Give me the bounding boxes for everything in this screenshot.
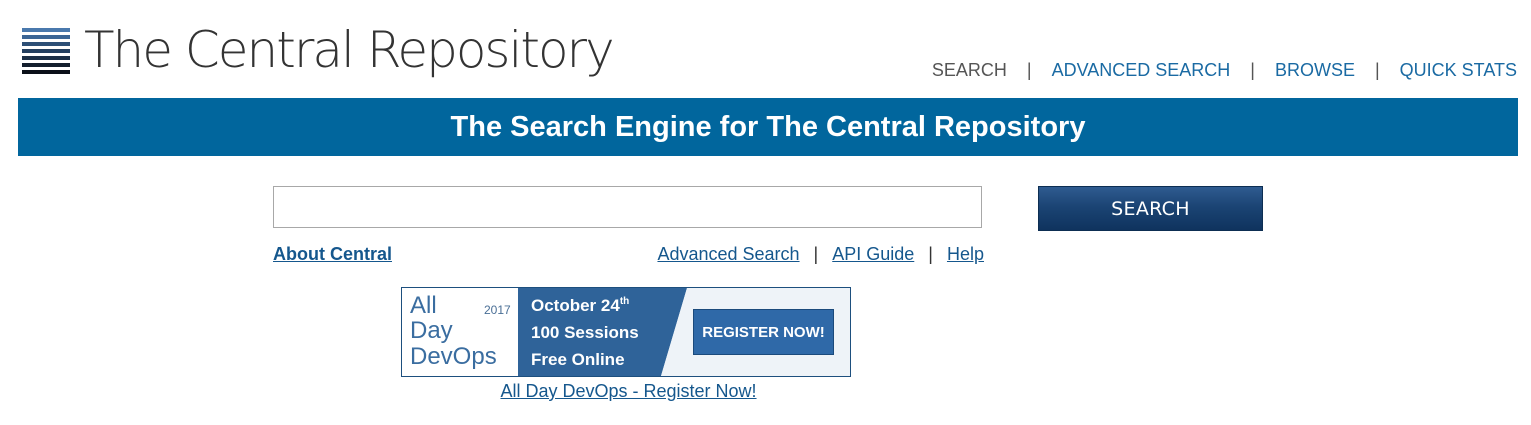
ad-date: October 24th xyxy=(531,296,630,315)
ad-free-online: Free Online xyxy=(531,350,625,369)
search-input[interactable] xyxy=(273,186,982,228)
stacked-lines-logo-icon xyxy=(22,28,70,74)
ad-date-suffix: th xyxy=(619,296,630,307)
search-button[interactable]: SEARCH xyxy=(1038,186,1263,231)
nav-separator: | xyxy=(1026,60,1032,80)
search-button-label: SEARCH xyxy=(1111,197,1190,220)
nav-separator: | xyxy=(1374,60,1380,80)
advanced-search-link[interactable]: Advanced Search xyxy=(657,244,799,265)
top-navigation: SEARCH | ADVANCED SEARCH | BROWSE | QUIC… xyxy=(932,60,1517,81)
api-guide-link[interactable]: API Guide xyxy=(832,244,914,265)
ad-register-label: REGISTER NOW! xyxy=(702,323,825,341)
site-logo[interactable]: The Central Repository xyxy=(22,16,615,84)
logo-title: The Central Repository xyxy=(84,21,615,79)
ad-date-text: October 24 xyxy=(531,296,620,315)
nav-search[interactable]: SEARCH xyxy=(932,60,1007,81)
help-links: Advanced Search | API Guide | Help xyxy=(657,244,984,265)
ad-sessions: 100 Sessions xyxy=(531,323,639,342)
ad-logo-line: All xyxy=(410,292,437,319)
page-banner: The Search Engine for The Central Reposi… xyxy=(18,98,1518,156)
link-separator: | xyxy=(813,244,819,264)
banner-title: The Search Engine for The Central Reposi… xyxy=(450,110,1086,143)
nav-browse[interactable]: BROWSE xyxy=(1275,60,1355,81)
ad-year: 2017 xyxy=(484,303,511,317)
ad-logo-line: Day xyxy=(410,317,453,344)
nav-advanced-search[interactable]: ADVANCED SEARCH xyxy=(1052,60,1231,81)
nav-separator: | xyxy=(1250,60,1255,80)
nav-quick-stats[interactable]: QUICK STATS xyxy=(1400,60,1517,81)
ad-logo-line: DevOps xyxy=(410,343,497,370)
help-link[interactable]: Help xyxy=(947,244,984,265)
search-links-row: About Central Advanced Search | API Guid… xyxy=(273,244,984,266)
about-central-link[interactable]: About Central xyxy=(273,244,392,265)
link-separator: | xyxy=(928,244,933,264)
ad-caption-link[interactable]: All Day DevOps - Register Now! xyxy=(401,381,856,402)
ad-register-button[interactable]: REGISTER NOW! xyxy=(693,309,834,355)
all-day-devops-ad-banner[interactable]: All Day DevOps 2017 October 24th 100 Ses… xyxy=(401,287,851,377)
